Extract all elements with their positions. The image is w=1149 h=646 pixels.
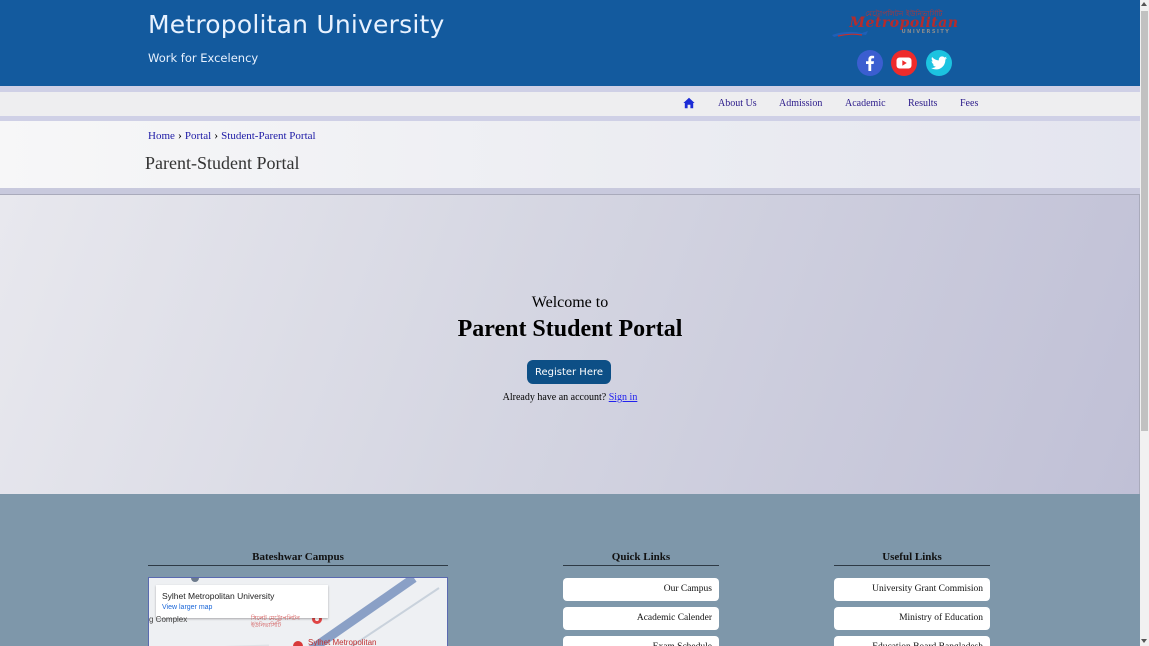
quick-link-academic-calender[interactable]: Academic Calender	[563, 607, 719, 630]
facebook-icon	[866, 55, 875, 71]
youtube-icon	[896, 57, 912, 69]
scroll-up-arrow-icon[interactable]	[1141, 2, 1147, 6]
chevron-right-icon: ›	[177, 128, 182, 142]
campus-map[interactable]: Sylhet Metropolitan University View larg…	[148, 577, 448, 646]
breadcrumb: Home › Portal › Student-Parent Portal	[148, 128, 316, 143]
facebook-button[interactable]	[857, 50, 883, 76]
page-title: Parent-Student Portal	[145, 153, 300, 173]
vertical-scrollbar[interactable]	[1140, 0, 1149, 646]
scroll-thumb[interactable]	[1141, 11, 1148, 431]
main-nav: About Us Admission Academic Results Fees	[0, 86, 1140, 121]
university-logo[interactable]: মেট্রোপলিটন ইউনিভার্সিটি Metropolitan UN…	[826, 8, 982, 38]
page-title-band: Home › Portal › Student-Parent Portal Pa…	[0, 121, 1140, 188]
useful-links-heading: Useful Links	[834, 551, 990, 566]
twitter-button[interactable]	[926, 50, 952, 76]
nav-item-academic[interactable]: Academic	[845, 98, 886, 109]
nav-item-admission[interactable]: Admission	[779, 98, 822, 109]
map-place-label: Sylhet Metropolitan	[308, 638, 377, 646]
chevron-right-icon: ›	[214, 128, 219, 142]
welcome-text: Welcome to	[531, 294, 609, 311]
map-place-name: Sylhet Metropolitan University	[162, 591, 275, 601]
map-bangla-label: সিলেট মেট্রোপলিটন ইউনিভার্সিটি	[251, 616, 300, 629]
register-button[interactable]: Register Here	[527, 360, 611, 384]
quick-link-exam-schedule[interactable]: Exam Schedule	[563, 636, 719, 646]
logo-sub-text: UNIVERSITY	[901, 29, 951, 35]
youtube-button[interactable]	[891, 50, 917, 76]
map-label: g Complex	[149, 615, 188, 624]
signin-prompt: Already have an account? Sign in	[0, 392, 1140, 403]
quick-links-heading: Quick Links	[563, 551, 719, 566]
site-footer: Bateshwar Campus Sylhet Metropolitan Uni…	[0, 494, 1140, 646]
map-poi-icon	[191, 578, 199, 582]
portal-heading: Parent Student Portal	[457, 316, 683, 342]
portal-hero: Welcome to Parent Student Portal Registe…	[0, 194, 1140, 494]
quick-link-our-campus[interactable]: Our Campus	[563, 578, 719, 601]
breadcrumb-current[interactable]: Student-Parent Portal	[221, 130, 315, 142]
view-larger-map-link[interactable]: View larger map	[162, 604, 212, 611]
campus-heading: Bateshwar Campus	[148, 551, 448, 566]
twitter-icon	[931, 56, 947, 70]
breadcrumb-portal[interactable]: Portal	[185, 130, 211, 142]
home-icon[interactable]	[683, 97, 695, 109]
signin-link[interactable]: Sign in	[609, 392, 638, 403]
useful-link-education-board[interactable]: Education Board Bangladesh	[834, 636, 990, 646]
account-prompt-text: Already have an account?	[502, 392, 607, 403]
breadcrumb-home[interactable]: Home	[148, 130, 175, 142]
logo-swoosh-icon	[832, 31, 868, 37]
page: Metropolitan University Work for Excelen…	[0, 0, 1140, 646]
site-tagline: Work for Excelency	[148, 51, 259, 65]
site-header: Metropolitan University Work for Excelen…	[0, 0, 1140, 86]
nav-item-fees[interactable]: Fees	[960, 98, 978, 109]
site-title[interactable]: Metropolitan University	[148, 10, 444, 39]
useful-link-ugc[interactable]: University Grant Commision	[834, 578, 990, 601]
map-pin-icon	[293, 641, 303, 646]
scroll-down-arrow-icon[interactable]	[1141, 639, 1147, 643]
useful-link-ministry-of-education[interactable]: Ministry of Education	[834, 607, 990, 630]
map-info-card: Sylhet Metropolitan University View larg…	[156, 585, 328, 618]
nav-item-results[interactable]: Results	[908, 98, 937, 109]
nav-item-about-us[interactable]: About Us	[718, 98, 757, 109]
